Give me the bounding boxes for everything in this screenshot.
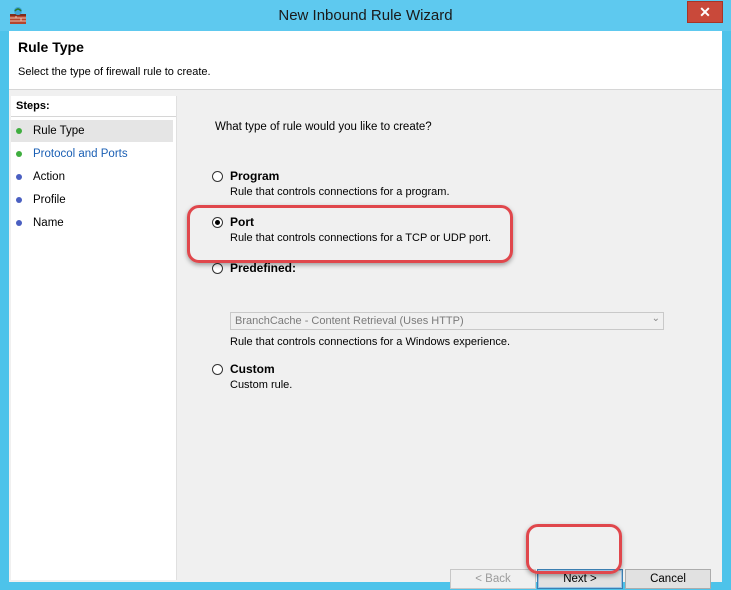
step-status-dot	[16, 128, 22, 134]
window-title: New Inbound Rule Wizard	[278, 7, 453, 24]
main-panel: What type of rule would you like to crea…	[179, 96, 720, 589]
option-description: Rule that controls connections for a TCP…	[230, 232, 492, 244]
title-bar[interactable]: New Inbound Rule Wizard ✕	[0, 0, 731, 31]
next-button[interactable]: Next >	[537, 569, 623, 589]
step-status-dot	[16, 197, 22, 203]
wizard-client-area: Rule Type Select the type of firewall ru…	[9, 31, 722, 589]
steps-panel: Steps: Rule Type Protocol and Ports Acti…	[11, 96, 177, 580]
page-subtitle: Select the type of firewall rule to crea…	[18, 66, 211, 78]
close-button[interactable]: ✕	[687, 1, 723, 23]
option-description: Rule that controls connections for a pro…	[230, 186, 450, 198]
predefined-radio[interactable]	[212, 263, 223, 274]
step-name[interactable]: Name	[11, 212, 173, 234]
rule-type-question: What type of rule would you like to crea…	[215, 121, 432, 133]
back-button[interactable]: < Back	[450, 569, 536, 589]
wizard-header: Rule Type Select the type of firewall ru…	[9, 31, 722, 90]
steps-divider	[11, 116, 176, 117]
step-label: Name	[33, 217, 64, 229]
option-label: Port	[230, 215, 254, 229]
predefined-select[interactable]: BranchCache - Content Retrieval (Uses HT…	[230, 312, 664, 330]
custom-radio[interactable]	[212, 364, 223, 375]
step-status-dot	[16, 220, 22, 226]
step-rule-type[interactable]: Rule Type	[11, 120, 173, 142]
option-label: Custom	[230, 362, 275, 376]
step-label: Profile	[33, 194, 66, 206]
step-profile[interactable]: Profile	[11, 189, 173, 211]
option-description: Custom rule.	[230, 379, 293, 391]
page-title: Rule Type	[18, 39, 84, 55]
close-icon: ✕	[699, 3, 711, 20]
port-radio[interactable]	[212, 217, 223, 228]
program-radio[interactable]	[212, 171, 223, 182]
step-action[interactable]: Action	[11, 166, 173, 188]
cancel-button[interactable]: Cancel	[625, 569, 711, 589]
steps-heading: Steps:	[16, 100, 50, 112]
predefined-select-value: BranchCache - Content Retrieval (Uses HT…	[235, 315, 464, 327]
step-status-dot	[16, 151, 22, 157]
option-description: Rule that controls connections for a Win…	[230, 336, 511, 348]
option-label: Predefined:	[230, 261, 297, 275]
step-protocol-and-ports[interactable]: Protocol and Ports	[11, 143, 173, 165]
step-status-dot	[16, 174, 22, 180]
option-label: Program	[230, 169, 280, 183]
step-label: Rule Type	[33, 125, 85, 137]
window-frame: New Inbound Rule Wizard ✕ Rule Type Sele…	[0, 0, 731, 590]
step-label: Action	[33, 171, 65, 183]
chevron-down-icon: ⌄	[651, 313, 660, 324]
step-label: Protocol and Ports	[33, 148, 128, 160]
